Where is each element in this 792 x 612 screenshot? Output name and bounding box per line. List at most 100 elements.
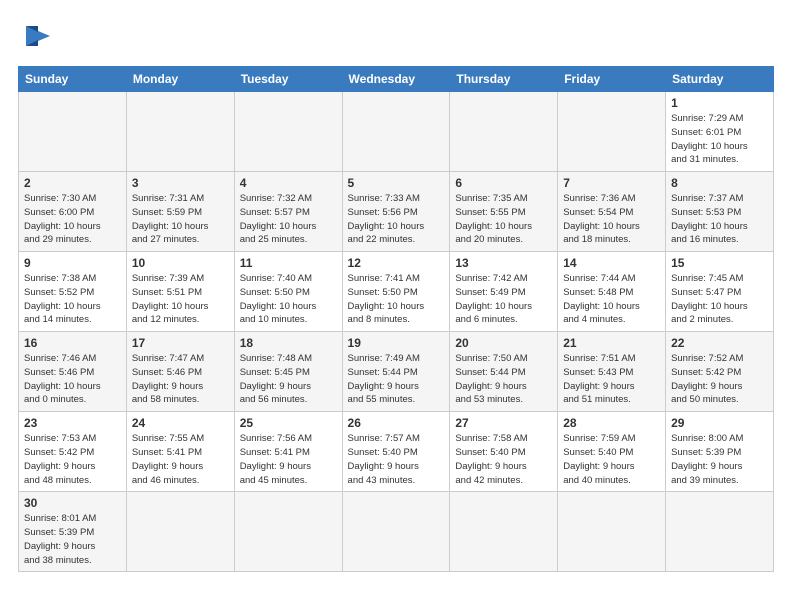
calendar-cell: [126, 92, 234, 172]
day-number: 30: [24, 496, 121, 510]
logo: [18, 18, 62, 56]
day-number: 25: [240, 416, 337, 430]
calendar-cell: [666, 492, 774, 572]
day-info: Sunrise: 7:36 AMSunset: 5:54 PMDaylight:…: [563, 192, 660, 247]
calendar-cell: 4 Sunrise: 7:32 AMSunset: 5:57 PMDaylight…: [234, 172, 342, 252]
day-number: 23: [24, 416, 121, 430]
day-number: 5: [348, 176, 445, 190]
calendar-cell: 15 Sunrise: 7:45 AMSunset: 5:47 PMDayligh…: [666, 252, 774, 332]
calendar-cell: 2 Sunrise: 7:30 AMSunset: 6:00 PMDaylight…: [19, 172, 127, 252]
calendar-cell: 6 Sunrise: 7:35 AMSunset: 5:55 PMDaylight…: [450, 172, 558, 252]
day-number: 13: [455, 256, 552, 270]
calendar-day-header: Thursday: [450, 67, 558, 92]
calendar-cell: [558, 492, 666, 572]
day-info: Sunrise: 8:01 AMSunset: 5:39 PMDaylight:…: [24, 512, 121, 567]
day-number: 19: [348, 336, 445, 350]
calendar-cell: 16Sunrise: 7:46 AMSunset: 5:46 PMDayligh…: [19, 332, 127, 412]
calendar-cell: 30 Sunrise: 8:01 AMSunset: 5:39 PMDayligh…: [19, 492, 127, 572]
calendar-cell: 8Sunrise: 7:37 AMSunset: 5:53 PMDaylight…: [666, 172, 774, 252]
calendar-cell: 13 Sunrise: 7:42 AMSunset: 5:49 PMDayligh…: [450, 252, 558, 332]
day-number: 15: [671, 256, 768, 270]
calendar: SundayMondayTuesdayWednesdayThursdayFrid…: [18, 66, 774, 572]
day-number: 7: [563, 176, 660, 190]
day-info: Sunrise: 7:30 AMSunset: 6:00 PMDaylight:…: [24, 192, 121, 247]
day-number: 24: [132, 416, 229, 430]
day-number: 28: [563, 416, 660, 430]
page: SundayMondayTuesdayWednesdayThursdayFrid…: [0, 0, 792, 612]
day-info: Sunrise: 7:39 AMSunset: 5:51 PMDaylight:…: [132, 272, 229, 327]
calendar-day-header: Saturday: [666, 67, 774, 92]
day-number: 20: [455, 336, 552, 350]
day-info: Sunrise: 7:56 AMSunset: 5:41 PMDaylight:…: [240, 432, 337, 487]
calendar-day-header: Sunday: [19, 67, 127, 92]
header: [18, 18, 774, 56]
calendar-cell: 19Sunrise: 7:49 AMSunset: 5:44 PMDayligh…: [342, 332, 450, 412]
calendar-cell: 20Sunrise: 7:50 AMSunset: 5:44 PMDayligh…: [450, 332, 558, 412]
day-info: Sunrise: 7:44 AMSunset: 5:48 PMDaylight:…: [563, 272, 660, 327]
day-info: Sunrise: 7:45 AMSunset: 5:47 PMDaylight:…: [671, 272, 768, 327]
calendar-cell: 21Sunrise: 7:51 AMSunset: 5:43 PMDayligh…: [558, 332, 666, 412]
day-info: Sunrise: 7:53 AMSunset: 5:42 PMDaylight:…: [24, 432, 121, 487]
day-info: Sunrise: 7:59 AMSunset: 5:40 PMDaylight:…: [563, 432, 660, 487]
day-number: 4: [240, 176, 337, 190]
calendar-cell: 25 Sunrise: 7:56 AMSunset: 5:41 PMDayligh…: [234, 412, 342, 492]
day-number: 14: [563, 256, 660, 270]
day-number: 3: [132, 176, 229, 190]
calendar-day-header: Monday: [126, 67, 234, 92]
calendar-cell: 1 Sunrise: 7:29 AMSunset: 6:01 PMDaylight…: [666, 92, 774, 172]
day-info: Sunrise: 7:51 AMSunset: 5:43 PMDaylight:…: [563, 352, 660, 407]
calendar-header-row: SundayMondayTuesdayWednesdayThursdayFrid…: [19, 67, 774, 92]
calendar-cell: 18Sunrise: 7:48 AMSunset: 5:45 PMDayligh…: [234, 332, 342, 412]
day-info: Sunrise: 7:42 AMSunset: 5:49 PMDaylight:…: [455, 272, 552, 327]
day-number: 22: [671, 336, 768, 350]
day-number: 6: [455, 176, 552, 190]
calendar-week-row: 23 Sunrise: 7:53 AMSunset: 5:42 PMDayligh…: [19, 412, 774, 492]
calendar-cell: [558, 92, 666, 172]
calendar-cell: 7 Sunrise: 7:36 AMSunset: 5:54 PMDaylight…: [558, 172, 666, 252]
day-info: Sunrise: 7:57 AMSunset: 5:40 PMDaylight:…: [348, 432, 445, 487]
day-info: Sunrise: 7:40 AMSunset: 5:50 PMDaylight:…: [240, 272, 337, 327]
day-info: Sunrise: 7:35 AMSunset: 5:55 PMDaylight:…: [455, 192, 552, 247]
day-number: 8: [671, 176, 768, 190]
day-info: Sunrise: 7:58 AMSunset: 5:40 PMDaylight:…: [455, 432, 552, 487]
calendar-day-header: Wednesday: [342, 67, 450, 92]
calendar-cell: 26 Sunrise: 7:57 AMSunset: 5:40 PMDayligh…: [342, 412, 450, 492]
day-info: Sunrise: 7:48 AMSunset: 5:45 PMDaylight:…: [240, 352, 337, 407]
calendar-week-row: 1 Sunrise: 7:29 AMSunset: 6:01 PMDaylight…: [19, 92, 774, 172]
day-number: 2: [24, 176, 121, 190]
calendar-week-row: 2 Sunrise: 7:30 AMSunset: 6:00 PMDaylight…: [19, 172, 774, 252]
day-number: 26: [348, 416, 445, 430]
day-number: 29: [671, 416, 768, 430]
calendar-cell: 12Sunrise: 7:41 AMSunset: 5:50 PMDayligh…: [342, 252, 450, 332]
calendar-cell: 28 Sunrise: 7:59 AMSunset: 5:40 PMDayligh…: [558, 412, 666, 492]
day-number: 9: [24, 256, 121, 270]
calendar-week-row: 30 Sunrise: 8:01 AMSunset: 5:39 PMDayligh…: [19, 492, 774, 572]
calendar-cell: 9 Sunrise: 7:38 AMSunset: 5:52 PMDaylight…: [19, 252, 127, 332]
calendar-cell: [450, 492, 558, 572]
calendar-week-row: 9 Sunrise: 7:38 AMSunset: 5:52 PMDaylight…: [19, 252, 774, 332]
calendar-day-header: Friday: [558, 67, 666, 92]
calendar-cell: 29 Sunrise: 8:00 AMSunset: 5:39 PMDayligh…: [666, 412, 774, 492]
calendar-day-header: Tuesday: [234, 67, 342, 92]
day-info: Sunrise: 7:29 AMSunset: 6:01 PMDaylight:…: [671, 112, 768, 167]
calendar-cell: 11 Sunrise: 7:40 AMSunset: 5:50 PMDayligh…: [234, 252, 342, 332]
day-info: Sunrise: 7:38 AMSunset: 5:52 PMDaylight:…: [24, 272, 121, 327]
calendar-cell: 3 Sunrise: 7:31 AMSunset: 5:59 PMDaylight…: [126, 172, 234, 252]
calendar-week-row: 16Sunrise: 7:46 AMSunset: 5:46 PMDayligh…: [19, 332, 774, 412]
calendar-cell: 17Sunrise: 7:47 AMSunset: 5:46 PMDayligh…: [126, 332, 234, 412]
calendar-cell: 5Sunrise: 7:33 AMSunset: 5:56 PMDaylight…: [342, 172, 450, 252]
calendar-cell: 24Sunrise: 7:55 AMSunset: 5:41 PMDayligh…: [126, 412, 234, 492]
calendar-cell: 27Sunrise: 7:58 AMSunset: 5:40 PMDayligh…: [450, 412, 558, 492]
day-info: Sunrise: 8:00 AMSunset: 5:39 PMDaylight:…: [671, 432, 768, 487]
calendar-cell: 23 Sunrise: 7:53 AMSunset: 5:42 PMDayligh…: [19, 412, 127, 492]
day-number: 1: [671, 96, 768, 110]
calendar-cell: 22 Sunrise: 7:52 AMSunset: 5:42 PMDayligh…: [666, 332, 774, 412]
calendar-cell: 14 Sunrise: 7:44 AMSunset: 5:48 PMDayligh…: [558, 252, 666, 332]
day-number: 17: [132, 336, 229, 350]
day-info: Sunrise: 7:32 AMSunset: 5:57 PMDaylight:…: [240, 192, 337, 247]
calendar-cell: [19, 92, 127, 172]
calendar-cell: [234, 92, 342, 172]
day-info: Sunrise: 7:31 AMSunset: 5:59 PMDaylight:…: [132, 192, 229, 247]
day-number: 11: [240, 256, 337, 270]
day-info: Sunrise: 7:52 AMSunset: 5:42 PMDaylight:…: [671, 352, 768, 407]
